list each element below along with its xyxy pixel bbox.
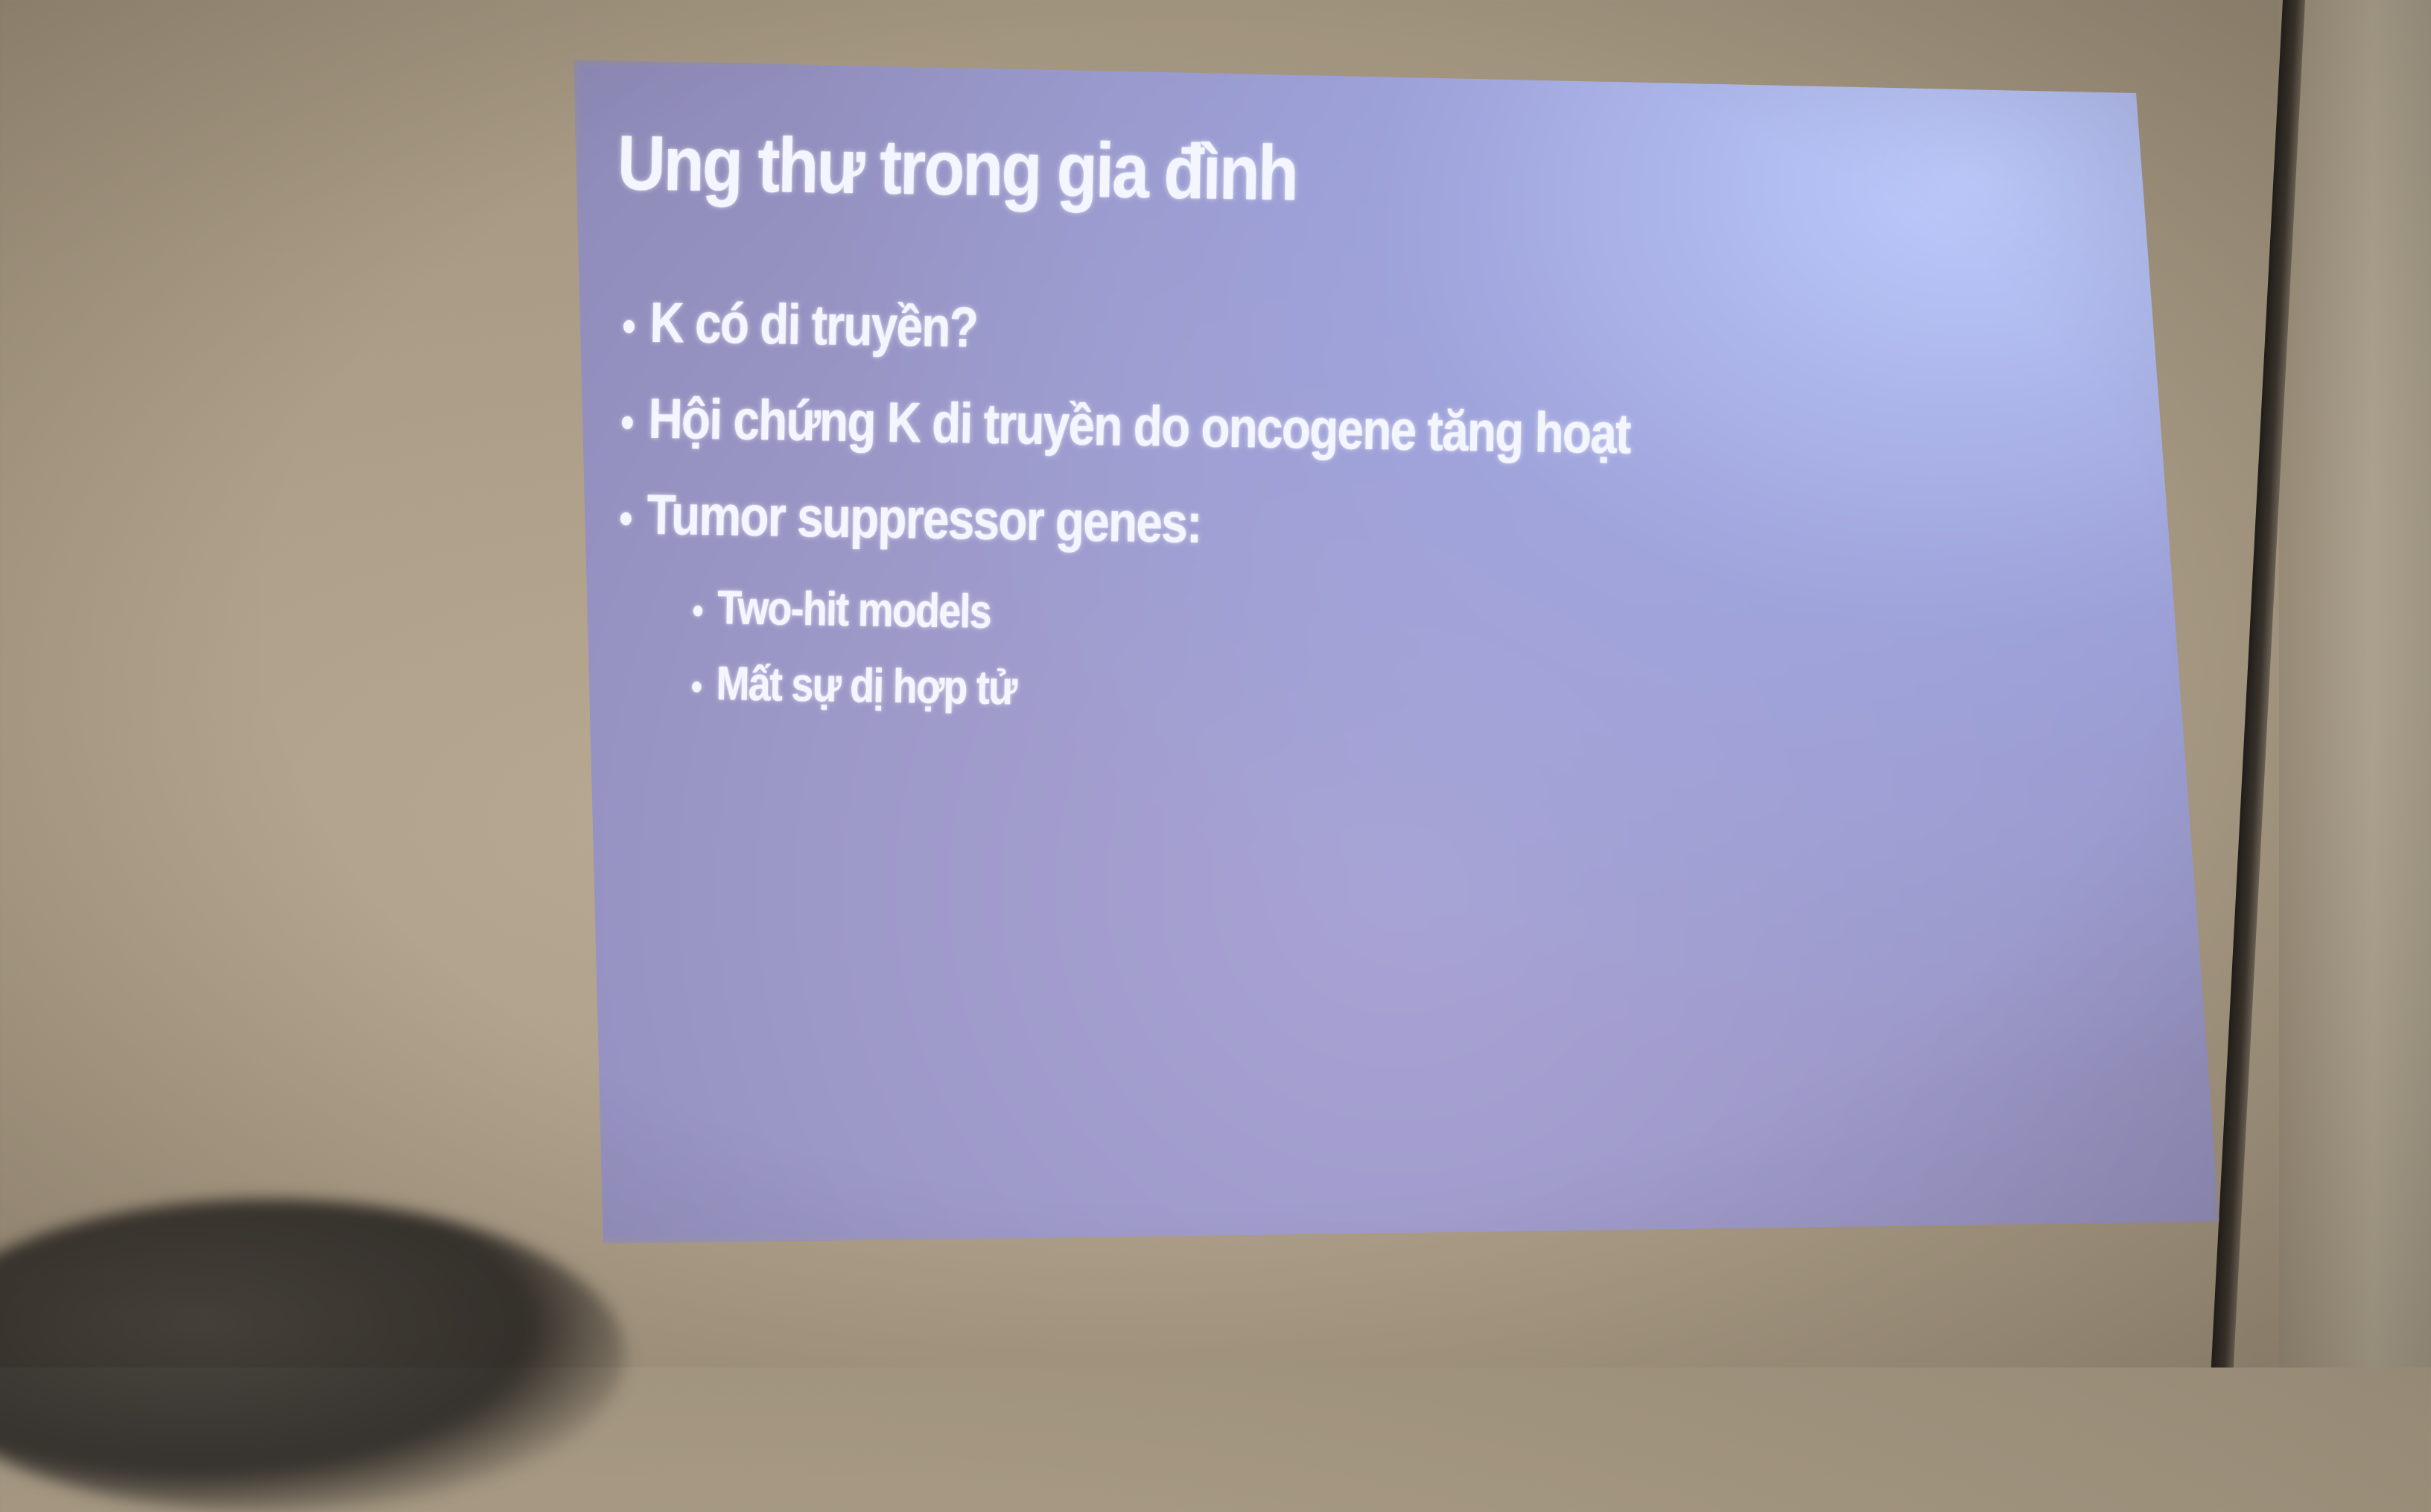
sub-bullet-text: Two-hit models [716, 580, 991, 638]
bullet-text: K có di truyền? [649, 290, 978, 360]
bullet-text: Hội chứng K di truyền do oncogene tăng h… [647, 387, 1631, 466]
sub-bullet-item: • Two-hit models [692, 579, 1875, 653]
slide-content: Ung thư trong gia đình • K có di truyền?… [608, 119, 2108, 753]
bullet-icon: • [622, 301, 635, 352]
bullet-list: • K có di truyền? • Hội chứng K di truyề… [609, 290, 2106, 732]
bullet-icon: • [619, 493, 632, 544]
bullet-item: • K có di truyền? [622, 290, 1868, 374]
bullet-item: • Tumor suppressor genes: [619, 482, 1865, 566]
sub-bullet-icon: • [692, 589, 703, 632]
bullet-text: Tumor suppressor genes: [646, 483, 1202, 556]
audience-head-blur [0, 1199, 626, 1512]
sub-bullet-icon: • [690, 665, 702, 708]
wall-right [2279, 0, 2431, 1368]
bullet-icon: • [620, 397, 634, 448]
sub-bullet-text: Mất sự dị hợp tử [716, 656, 1017, 715]
sub-bullet-item: • Mất sự dị hợp tử [691, 655, 1875, 729]
bullet-item: • Hội chứng K di truyền do oncogene tăng… [620, 386, 1866, 470]
